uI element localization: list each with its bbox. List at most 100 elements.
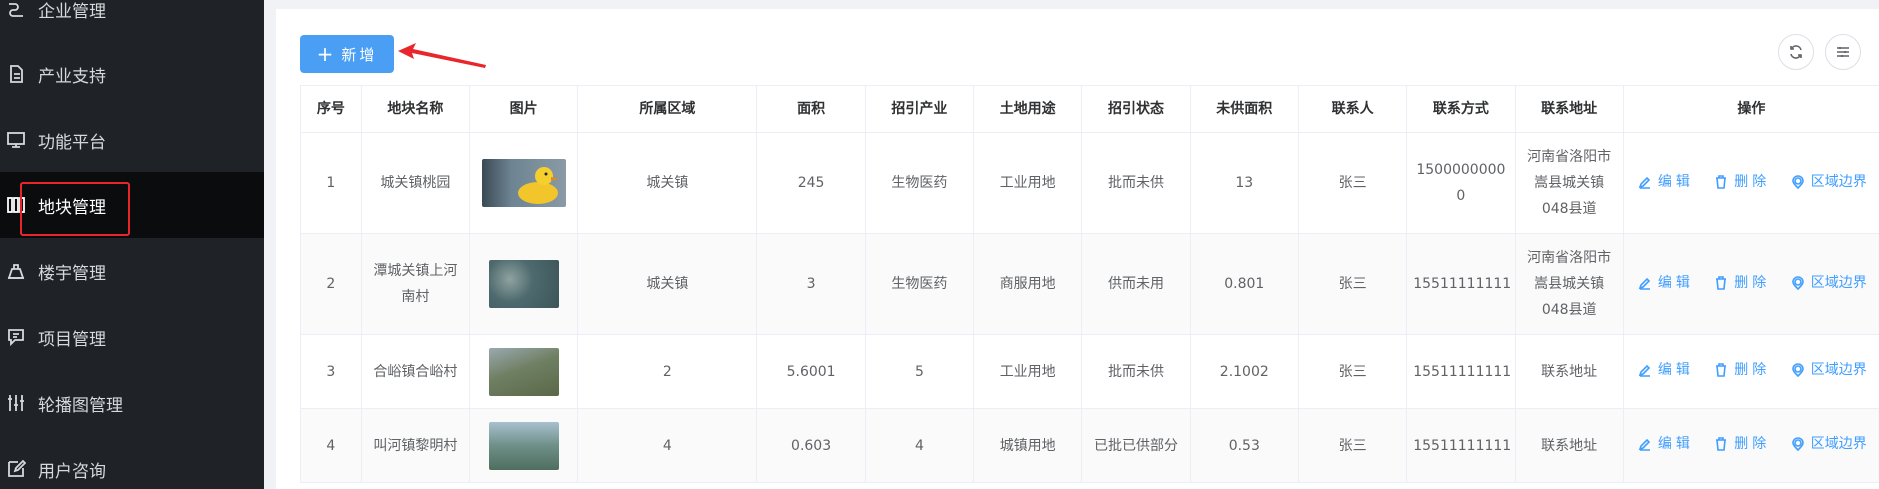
- sidebar-item-building-management[interactable]: 楼宇管理: [0, 238, 264, 304]
- cell-actions: 编辑 删除 区域边界: [1622, 132, 1879, 234]
- sidebar-item-project-management[interactable]: 项目管理: [0, 304, 264, 370]
- column-header: 未供面积: [1189, 85, 1299, 133]
- document-icon: [6, 64, 26, 84]
- column-header: 招引产业: [864, 85, 975, 133]
- sidebar-item-enterprise[interactable]: 企业管理: [0, 0, 264, 42]
- sidebar-item-label: 企业管理: [38, 1, 106, 22]
- refresh-button[interactable]: [1778, 34, 1814, 70]
- cell-actions: 编辑 删除 区域边界: [1622, 408, 1879, 483]
- sidebar-item-land-management[interactable]: 地块管理: [0, 172, 264, 238]
- cell-unsupplied: 13: [1189, 132, 1299, 234]
- pencil-icon: [1638, 364, 1650, 377]
- column-header: 图片: [469, 85, 579, 133]
- cell-unsupplied: 2.1002: [1189, 334, 1299, 409]
- delete-button[interactable]: 删除: [1714, 270, 1770, 296]
- cell-usage: 商服用地: [973, 233, 1083, 335]
- pencil-icon: [1638, 176, 1650, 189]
- pencil-icon: [1638, 438, 1650, 451]
- cell-phone: 15511111111: [1406, 233, 1516, 335]
- cell-unsupplied: 0.801: [1189, 233, 1299, 335]
- edit-button[interactable]: 编辑: [1638, 270, 1694, 296]
- cell-status: 批而未供: [1081, 132, 1191, 234]
- sidebar-item-function-platform[interactable]: 功能平台: [0, 107, 264, 173]
- filter-settings-icon: [1835, 44, 1851, 60]
- cell-usage: 工业用地: [973, 132, 1083, 234]
- pencil-icon: [1638, 277, 1650, 290]
- sidebar-item-label: 项目管理: [38, 329, 106, 350]
- cell-usage: 城镇用地: [973, 408, 1083, 483]
- location-icon: [1791, 363, 1804, 377]
- cell-name: 叫河镇黎明村: [360, 408, 471, 483]
- cell-region: 4: [577, 408, 758, 483]
- column-header: 操作: [1622, 85, 1879, 133]
- edit-button[interactable]: 编辑: [1638, 431, 1694, 457]
- cell-status: 供而未用: [1081, 233, 1191, 335]
- cell-status: 已批已供部分: [1081, 408, 1191, 483]
- cell-industry: 生物医药: [864, 132, 975, 234]
- cell-image: [469, 334, 579, 409]
- boundary-button[interactable]: 区域边界: [1791, 357, 1867, 383]
- trash-icon: [1716, 363, 1727, 377]
- boundary-button[interactable]: 区域边界: [1791, 431, 1867, 457]
- plus-icon: +: [316, 42, 334, 66]
- location-icon: [1791, 275, 1804, 290]
- aerial-photo[interactable]: [488, 260, 559, 308]
- duck-photo[interactable]: [481, 159, 566, 207]
- delete-button[interactable]: 删除: [1714, 169, 1770, 195]
- aerial-photo[interactable]: [488, 421, 559, 470]
- building-icon: [6, 261, 26, 281]
- sidebar-item-label: 用户咨询: [38, 461, 106, 482]
- table-row: 4 叫河镇黎明村 4 0.603 4 城镇用地 已批已供部分 0.53 张三 1…: [300, 408, 1879, 483]
- table-row: 1 城关镇桃园 城关镇 245 生物医药 工业用地 批而未供 13 张三 150…: [300, 132, 1879, 234]
- cell-image: [469, 132, 579, 234]
- sidebar-item-user-consult[interactable]: 用户咨询: [0, 436, 264, 489]
- cell-status: 批而未供: [1081, 334, 1191, 409]
- sidebar: 企业管理 产业支持 功能平台 地块管理 楼宇管理 项目管理 轮播图管理 用户咨询: [0, 0, 264, 489]
- annotation-arrow-icon: [398, 43, 486, 68]
- sidebar-item-label: 功能平台: [38, 132, 106, 153]
- boundary-button[interactable]: 区域边界: [1791, 270, 1867, 296]
- cell-address: 河南省洛阳市嵩县城关镇048县道: [1514, 132, 1624, 234]
- cell-actions: 编辑 删除 区域边界: [1622, 334, 1879, 409]
- cell-usage: 工业用地: [973, 334, 1083, 409]
- delete-button[interactable]: 删除: [1714, 357, 1770, 383]
- edit-icon: [6, 459, 26, 479]
- monitor-icon: [6, 130, 26, 150]
- column-header: 地块名称: [360, 85, 471, 133]
- edit-button[interactable]: 编辑: [1638, 169, 1694, 195]
- cell-contact: 张三: [1297, 233, 1408, 335]
- location-icon: [1791, 437, 1804, 451]
- cell-no: 4: [300, 408, 362, 483]
- delete-button[interactable]: 删除: [1714, 431, 1770, 457]
- column-header: 所属区域: [577, 85, 758, 133]
- sidebar-item-label: 轮播图管理: [38, 395, 123, 416]
- land-table: 序号 地块名称 图片 所属区域 面积 招引产业 土地用途 招引状态 未供面积 联…: [300, 85, 1879, 489]
- column-header: 联系地址: [1514, 85, 1624, 133]
- column-header: 招引状态: [1081, 85, 1191, 133]
- trash-icon: [1716, 437, 1727, 451]
- cell-area: 5.6001: [756, 334, 866, 409]
- sidebar-item-industry-support[interactable]: 产业支持: [0, 41, 264, 107]
- columns-icon: [6, 195, 26, 215]
- table-row: 2 潭城关镇上河南村 城关镇 3 生物医药 商服用地 供而未用 0.801 张三…: [300, 233, 1879, 335]
- refresh-icon: [1788, 44, 1804, 60]
- boundary-button[interactable]: 区域边界: [1791, 169, 1867, 195]
- cell-industry: 生物医药: [864, 233, 975, 335]
- cell-contact: 张三: [1297, 132, 1408, 234]
- cell-contact: 张三: [1297, 334, 1408, 409]
- sidebar-item-carousel-management[interactable]: 轮播图管理: [0, 370, 264, 436]
- cell-address: 联系地址: [1514, 408, 1624, 483]
- column-settings-button[interactable]: [1825, 34, 1861, 70]
- column-header: 土地用途: [973, 85, 1083, 133]
- cell-region: 2: [577, 334, 758, 409]
- enterprise-icon: [6, 0, 26, 19]
- cell-name: 城关镇桃园: [360, 132, 471, 234]
- sidebar-item-label: 产业支持: [38, 66, 106, 87]
- cell-name: 合峪镇合峪村: [360, 334, 471, 409]
- add-button[interactable]: + 新增: [300, 35, 394, 73]
- aerial-photo[interactable]: [488, 347, 559, 396]
- cell-no: 1: [300, 132, 362, 234]
- cell-phone: 15511111111: [1406, 408, 1516, 483]
- edit-button[interactable]: 编辑: [1638, 357, 1694, 383]
- column-header: 联系人: [1297, 85, 1408, 133]
